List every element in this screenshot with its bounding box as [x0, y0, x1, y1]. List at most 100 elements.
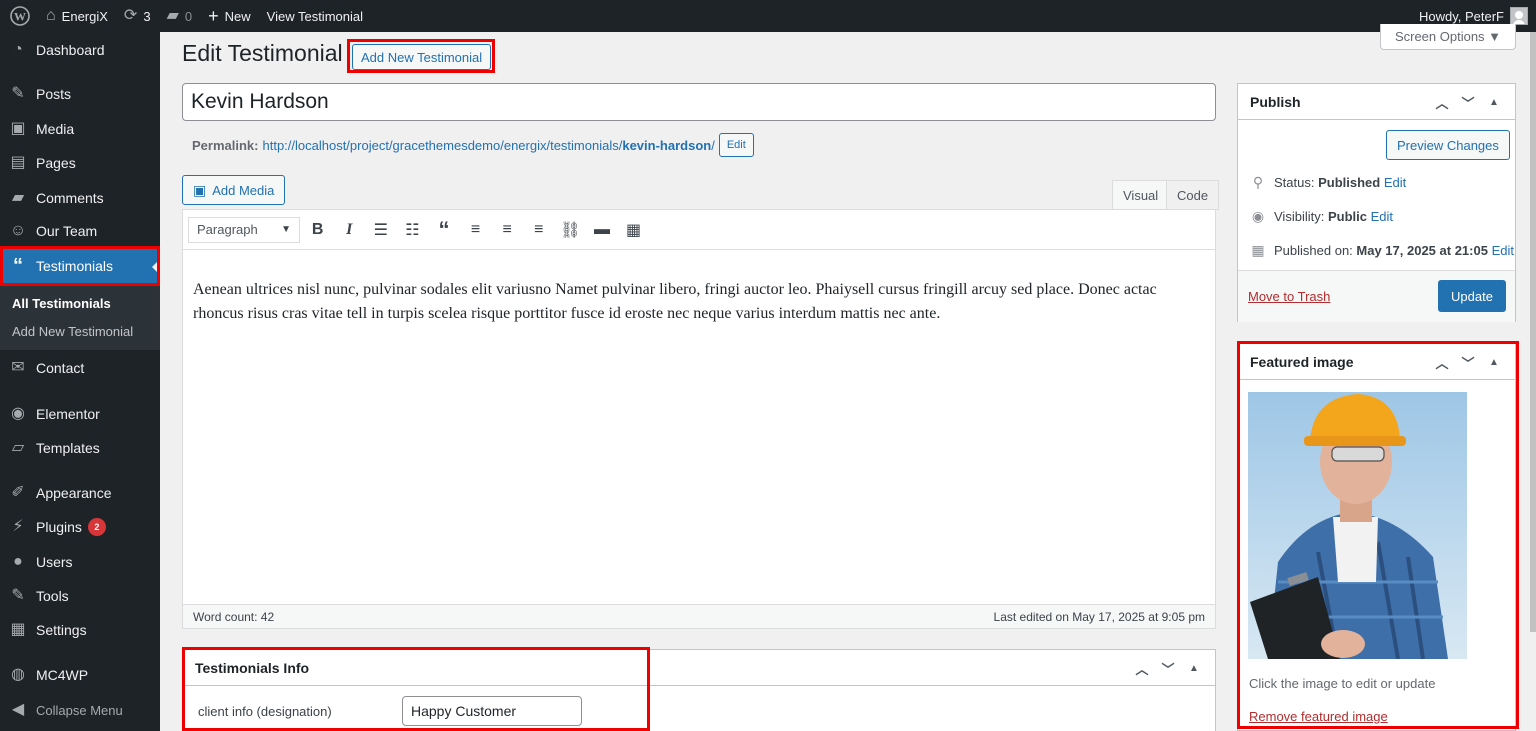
sidebar-item-users[interactable]: ● Users	[0, 545, 160, 579]
sidebar-item-label: Templates	[36, 440, 100, 456]
sidebar-item-label: Collapse Menu	[36, 702, 123, 718]
sidebar-item-label: Comments	[36, 190, 104, 206]
permalink-tail: /	[711, 137, 715, 153]
visibility-row: ◉ Visibility: Public Edit	[1248, 208, 1393, 225]
tab-visual[interactable]: Visual	[1112, 180, 1170, 210]
link-icon[interactable]: ⛓	[556, 216, 584, 244]
status-edit-link[interactable]: Edit	[1384, 175, 1406, 190]
permalink-row: Permalink: http://localhost/project/grac…	[192, 133, 754, 157]
chevron-up-icon[interactable]: ︿	[1429, 93, 1455, 112]
align-right-icon[interactable]: ≡	[525, 216, 553, 244]
submenu-all-testimonials[interactable]: All Testimonials	[12, 296, 111, 311]
permalink-edit-button[interactable]: Edit	[718, 133, 754, 157]
post-title-input[interactable]: Kevin Hardson	[182, 83, 1216, 121]
featured-image-header: Featured image ︿ ﹀ ▲	[1238, 344, 1515, 380]
sidebar-item-plugins[interactable]: ⚡ Plugins 2	[0, 510, 160, 544]
chevron-up-icon[interactable]: ︿	[1129, 659, 1155, 678]
update-button[interactable]: Update	[1438, 280, 1506, 312]
comment-icon: ▰	[166, 7, 179, 24]
chevron-down-icon[interactable]: ﹀	[1455, 353, 1481, 372]
sidebar-item-contact[interactable]: ✉ Contact	[0, 351, 160, 385]
preview-changes-button[interactable]: Preview Changes	[1386, 130, 1510, 160]
published-edit-link[interactable]: Edit	[1492, 243, 1514, 258]
sidebar-item-label: Posts	[36, 86, 72, 102]
email-icon: ✉	[11, 359, 25, 376]
sidebar-item-label: Dashboard	[36, 42, 105, 58]
featured-image-title: Featured image	[1250, 353, 1354, 370]
collapse-menu-button[interactable]: ◀ Collapse Menu	[0, 693, 160, 727]
sidebar-item-elementor[interactable]: ◉ Elementor	[0, 397, 160, 431]
user-icon: ●	[13, 553, 23, 570]
sidebar-item-label: MC4WP	[36, 667, 89, 683]
site-name-link[interactable]: ⌂ EnergiX	[38, 0, 116, 32]
new-content-link[interactable]: + New	[200, 0, 259, 32]
format-select[interactable]: Paragraph ▼	[188, 216, 300, 243]
chevron-up-icon[interactable]: ︿	[1429, 353, 1455, 372]
visibility-label: Visibility:	[1274, 209, 1325, 224]
read-more-icon[interactable]: ▬	[588, 216, 616, 244]
add-media-button[interactable]: ▣ Add Media	[182, 175, 286, 205]
box-handle-actions: ︿ ﹀ ▲	[1429, 344, 1507, 380]
permalink-link[interactable]: http://localhost/project/gracethemesdemo…	[262, 138, 714, 153]
chevron-down-icon[interactable]: ﹀	[1455, 93, 1481, 112]
sidebar-item-label: Media	[36, 121, 75, 137]
sidebar-item-testimonials[interactable]: “ Testimonials	[0, 249, 160, 283]
sidebar-item-templates[interactable]: ▱ Templates	[0, 431, 160, 465]
toggle-panel-icon[interactable]: ▲	[1481, 97, 1507, 108]
collapse-icon: ◀	[11, 701, 25, 718]
align-left-icon[interactable]: ≡	[462, 216, 490, 244]
content-editor: Paragraph ▼ B I ☰ ☷ “ ≡ ≡ ≡ ⛓ ▬ ▦ Aenean…	[182, 209, 1216, 629]
admin-sidebar: ◔ Dashboard ✎ Posts ▣ Media ▤ Pages ▰ Co…	[0, 32, 160, 731]
chevron-down-icon[interactable]: ﹀	[1155, 659, 1181, 678]
sidebar-item-appearance[interactable]: ✐ Appearance	[0, 476, 160, 510]
elementor-icon: ◉	[11, 405, 25, 422]
sidebar-item-posts[interactable]: ✎ Posts	[0, 77, 160, 111]
sidebar-item-label: Testimonials	[36, 258, 114, 274]
move-to-trash-link[interactable]: Move to Trash	[1248, 289, 1330, 304]
mc4wp-icon: ◍	[11, 666, 25, 683]
toggle-panel-icon[interactable]: ▲	[1181, 663, 1207, 674]
sidebar-item-dashboard[interactable]: ◔ Dashboard	[0, 33, 160, 67]
toggle-panel-icon[interactable]: ▲	[1481, 357, 1507, 368]
sidebar-item-comments[interactable]: ▰ Comments	[0, 181, 160, 215]
sidebar-item-settings[interactable]: ▦ Settings	[0, 613, 160, 647]
page-title: Edit Testimonial	[182, 40, 343, 66]
screen-options-button[interactable]: Screen Options ▼	[1380, 24, 1516, 50]
numbered-list-icon[interactable]: ☷	[398, 216, 426, 244]
word-count: Word count: 42	[193, 609, 275, 624]
visibility-edit-link[interactable]: Edit	[1371, 209, 1393, 224]
sidebar-item-label: Pages	[36, 155, 76, 171]
client-info-input[interactable]: Happy Customer	[402, 696, 582, 726]
visibility-value: Public	[1327, 209, 1367, 224]
italic-icon[interactable]: I	[335, 216, 363, 244]
toolbar-toggle-icon[interactable]: ▦	[620, 216, 648, 244]
editor-content[interactable]: Aenean ultrices nisl nunc, pulvinar soda…	[193, 278, 1209, 326]
add-new-testimonial-button[interactable]: Add New Testimonial	[352, 44, 492, 70]
bold-icon[interactable]: B	[304, 216, 332, 244]
chevron-down-icon: ▼	[281, 224, 291, 235]
featured-image[interactable]	[1248, 392, 1467, 659]
sidebar-item-pages[interactable]: ▤ Pages	[0, 146, 160, 180]
sidebar-item-tools[interactable]: ✎ Tools	[0, 579, 160, 613]
sidebar-item-label: Tools	[36, 588, 69, 604]
sidebar-item-media[interactable]: ▣ Media	[0, 112, 160, 146]
wordpress-logo[interactable]: W	[0, 0, 38, 32]
blockquote-icon[interactable]: “	[430, 216, 458, 244]
publish-actions: Move to Trash Update	[1238, 270, 1515, 322]
worker-photo	[1248, 392, 1467, 659]
plugins-update-badge: 2	[87, 518, 106, 536]
sidebar-item-mc4wp[interactable]: ◍ MC4WP	[0, 658, 160, 692]
media-icon: ▣	[193, 181, 207, 198]
comments-link[interactable]: ▰ 0	[159, 0, 201, 32]
view-testimonial-link[interactable]: View Testimonial	[259, 0, 371, 32]
updates-link[interactable]: ⟳ 3	[116, 0, 159, 32]
align-center-icon[interactable]: ≡	[493, 216, 521, 244]
page-scrollbar[interactable]	[1530, 32, 1536, 632]
format-value: Paragraph	[197, 222, 258, 237]
remove-featured-image-link[interactable]: Remove featured image	[1249, 709, 1388, 724]
submenu-add-new-testimonial[interactable]: Add New Testimonial	[12, 324, 133, 339]
bulleted-list-icon[interactable]: ☰	[367, 216, 395, 244]
sidebar-item-our-team[interactable]: ☺ Our Team	[0, 214, 160, 248]
new-label: New	[224, 8, 251, 24]
tab-code[interactable]: Code	[1166, 180, 1220, 210]
